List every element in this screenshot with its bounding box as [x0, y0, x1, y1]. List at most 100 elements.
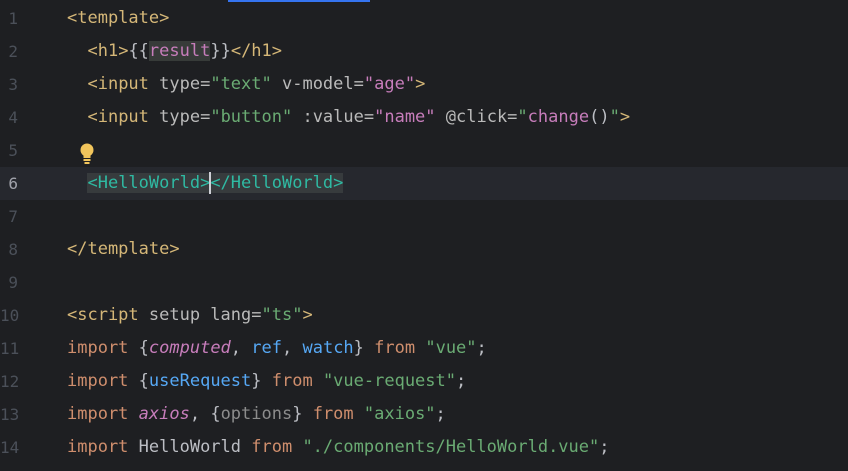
token: {: [128, 338, 149, 358]
code-line-8[interactable]: 8 </template>: [0, 233, 848, 266]
token: ,: [282, 338, 303, 358]
token: <template>: [67, 8, 170, 28]
token: ;: [599, 437, 610, 457]
token: "ts": [261, 305, 303, 325]
token: useRequest: [148, 371, 252, 391]
token: ": [609, 107, 620, 127]
token: ;: [476, 338, 487, 358]
line-number: 3: [8, 75, 18, 94]
line-content[interactable]: import HelloWorld from "./components/Hel…: [67, 431, 610, 464]
code-line-3[interactable]: 3 <input type="text" v-model="age">: [0, 68, 848, 101]
token: {: [128, 371, 149, 391]
token: </template>: [67, 239, 180, 259]
code-editor[interactable]: 1 <template> 2 <h1>{{result}}</h1> 3 <in…: [0, 0, 848, 471]
line-content[interactable]: <h1>{{result}}</h1>: [67, 35, 282, 68]
token: "text": [210, 74, 272, 94]
code-line-14[interactable]: 14 import HelloWorld from "./components/…: [0, 431, 848, 464]
token: type=: [148, 74, 211, 94]
token: ref: [251, 338, 282, 358]
token: , {: [189, 404, 221, 424]
code-line-1[interactable]: 1 <template>: [0, 2, 848, 35]
code-line-6[interactable]: 6 <HelloWorld></HelloWorld>: [0, 167, 848, 200]
token: "name": [374, 107, 436, 127]
code-line-7[interactable]: 7: [0, 200, 848, 233]
line-number: 10: [0, 306, 20, 325]
token: ,: [230, 338, 252, 358]
lightbulb-icon[interactable]: [78, 142, 96, 166]
code-line-9[interactable]: 9: [0, 266, 848, 299]
token: <script: [67, 305, 139, 325]
line-number: 12: [0, 372, 20, 391]
line-number: 5: [8, 141, 18, 160]
token: }: [251, 371, 262, 391]
token: <h1>: [87, 41, 129, 61]
token: <HelloWorld>: [87, 173, 211, 193]
token: computed: [148, 338, 231, 358]
token: type=: [148, 107, 211, 127]
line-content[interactable]: import {useRequest} from "vue-request";: [67, 365, 466, 398]
code-line-5[interactable]: 5: [0, 134, 848, 167]
token: setup lang=: [138, 305, 262, 325]
code-line-4[interactable]: 4 <input type="button" :value="name" @cl…: [0, 101, 848, 134]
token: "axios": [363, 404, 436, 424]
token: :value=: [292, 107, 375, 127]
token: </HelloWorld>: [210, 173, 344, 193]
code-line-10[interactable]: 10 <script setup lang="ts">: [0, 299, 848, 332]
token: }}: [210, 41, 231, 61]
token: watch: [302, 338, 354, 358]
code-line-13[interactable]: 13 import axios, {options} from "axios";: [0, 398, 848, 431]
line-number: 11: [0, 339, 20, 358]
token: from: [261, 371, 323, 391]
line-number: 4: [8, 108, 18, 127]
line-content[interactable]: import axios, {options} from "axios";: [67, 398, 446, 431]
token: >: [415, 74, 426, 94]
code-line-2[interactable]: 2 <h1>{{result}}</h1>: [0, 35, 848, 68]
line-number: 9: [8, 273, 18, 292]
token: change: [527, 107, 590, 127]
token: import: [67, 338, 129, 358]
tag-pair-highlight: <HelloWorld></HelloWorld>: [87, 172, 344, 194]
token: axios: [128, 404, 190, 424]
token: }: [353, 338, 364, 358]
code-line-11[interactable]: 11 import {computed, ref, watch} from "v…: [0, 332, 848, 365]
line-content[interactable]: </template>: [67, 233, 180, 266]
token: from: [241, 437, 303, 457]
line-content[interactable]: <input type="text" v-model="age">: [67, 68, 425, 101]
line-number: 7: [8, 207, 18, 226]
token: import: [67, 404, 129, 424]
token: v-model=: [271, 74, 364, 94]
line-number: 1: [8, 9, 18, 28]
line-content[interactable]: <script setup lang="ts">: [67, 299, 313, 332]
line-content[interactable]: <HelloWorld></HelloWorld>: [67, 167, 344, 200]
token: </h1>: [230, 41, 283, 61]
token: "button": [210, 107, 293, 127]
token: "vue": [425, 338, 477, 358]
line-number: 2: [8, 42, 18, 61]
token: }: [292, 404, 303, 424]
token: import: [67, 437, 129, 457]
line-content[interactable]: <template>: [67, 2, 169, 35]
line-number: 13: [0, 405, 20, 424]
token: (): [589, 107, 610, 127]
token: ;: [456, 371, 467, 391]
token: >: [619, 107, 631, 127]
line-number: 6: [8, 174, 18, 193]
token: from: [363, 338, 426, 358]
token: @click=: [435, 107, 518, 127]
line-content[interactable]: <input type="button" :value="name" @clic…: [67, 101, 630, 134]
token: >: [302, 305, 313, 325]
token: options: [220, 404, 293, 424]
token: result: [148, 41, 211, 61]
token: {{: [128, 41, 149, 61]
line-number: 14: [0, 438, 20, 457]
code-line-12[interactable]: 12 import {useRequest} from "vue-request…: [0, 365, 848, 398]
line-content[interactable]: import {computed, ref, watch} from "vue"…: [67, 332, 487, 365]
token: ": [517, 107, 528, 127]
line-number: 8: [8, 240, 18, 259]
token: from: [302, 404, 364, 424]
token: "vue-request": [322, 371, 456, 391]
token: <input: [87, 74, 149, 94]
token: import: [67, 371, 129, 391]
token: ;: [435, 404, 446, 424]
token: <input: [87, 107, 149, 127]
